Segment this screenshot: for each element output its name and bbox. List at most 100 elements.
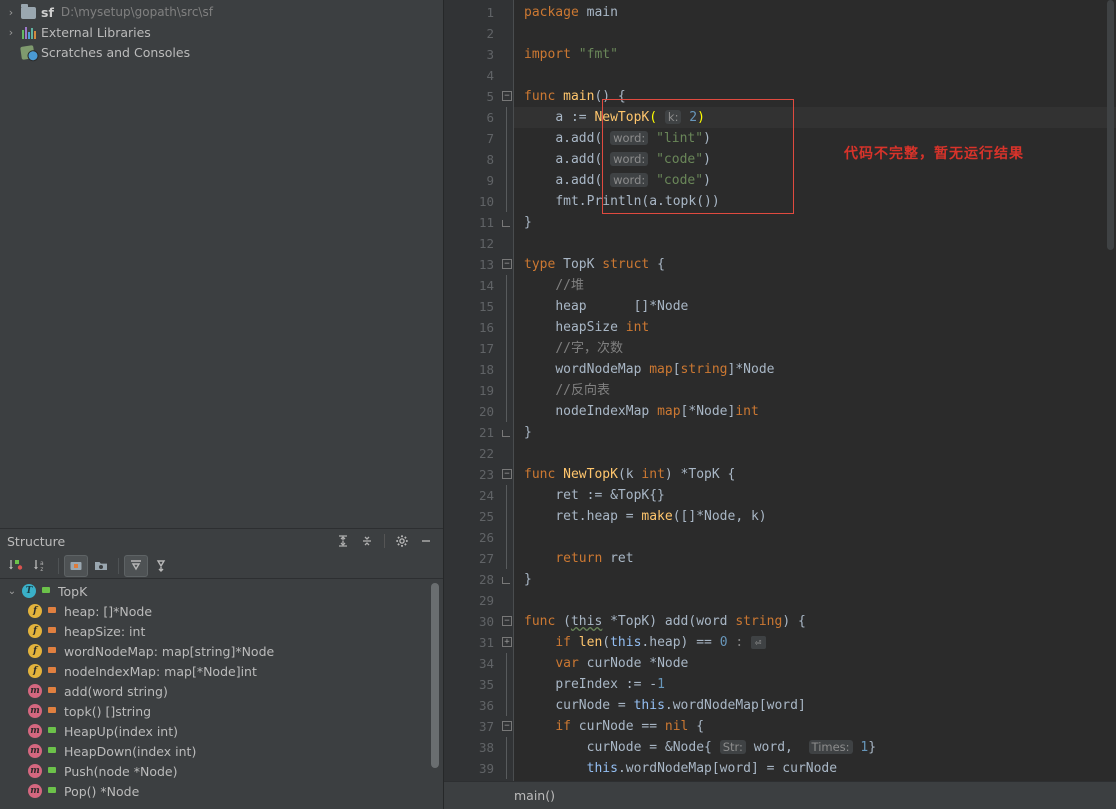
fold-collapse-icon[interactable]: − (502, 616, 512, 626)
fold-marker-row[interactable] (500, 380, 513, 401)
fold-marker-row[interactable] (500, 422, 513, 443)
structure-item-5[interactable]: m add(word string) (0, 681, 443, 701)
code-line-18[interactable]: wordNodeMap map[string]*Node (514, 359, 1116, 380)
fold-marker-row[interactable]: − (500, 464, 513, 485)
gutter-line-number[interactable]: 1 (444, 2, 500, 23)
gutter-line-number[interactable]: 15 (444, 296, 500, 317)
fold-marker-row[interactable] (500, 527, 513, 548)
code-line-37[interactable]: if curNode == nil { (514, 716, 1116, 737)
sort-alphabetically-icon[interactable]: a z (29, 555, 53, 577)
code-line-23[interactable]: func NewTopK(k int) *TopK { (514, 464, 1116, 485)
gear-icon[interactable] (391, 531, 413, 551)
gutter-line-number[interactable]: 24 (444, 485, 500, 506)
gutter-line-number[interactable]: 35 (444, 674, 500, 695)
gutter-line-number[interactable]: 12 (444, 233, 500, 254)
fold-marker-row[interactable] (500, 758, 513, 779)
code-line-25[interactable]: ret.heap = make([]*Node, k) (514, 506, 1116, 527)
code-line-10[interactable]: fmt.Println(a.topk()) (514, 191, 1116, 212)
code-line-2[interactable] (514, 23, 1116, 44)
gutter-line-number[interactable]: 22 (444, 443, 500, 464)
gutter-line-number[interactable]: 21 (444, 422, 500, 443)
hide-icon[interactable] (415, 531, 437, 551)
gutter-line-number[interactable]: 2 (444, 23, 500, 44)
gutter-line-number[interactable]: 28 (444, 569, 500, 590)
fold-marker-row[interactable] (500, 233, 513, 254)
structure-scrollbar-thumb[interactable] (431, 583, 439, 768)
code-line-17[interactable]: //字，次数 (514, 338, 1116, 359)
structure-item-2[interactable]: f heapSize: int (0, 621, 443, 641)
fold-marker-row[interactable]: − (500, 611, 513, 632)
code-line-3[interactable]: import "fmt" (514, 44, 1116, 65)
gutter-line-number[interactable]: 19 (444, 380, 500, 401)
fold-marker-row[interactable]: − (500, 254, 513, 275)
fold-marker-row[interactable]: − (500, 716, 513, 737)
sort-by-visibility-icon[interactable] (4, 555, 28, 577)
editor-gutter[interactable]: 1 2 3 4 5 6 7 8 9 10 11 12 13 14 15 16 17 18 19 20 21 22 23 24 2… (444, 0, 534, 781)
gutter-line-number[interactable]: 29 (444, 590, 500, 611)
code-line-28[interactable]: } (514, 569, 1116, 590)
project-tree-panel[interactable]: › sf D:\mysetup\gopath\src\sf › External… (0, 0, 443, 528)
gutter-line-number[interactable]: 38 (444, 737, 500, 758)
code-line-31[interactable]: if len(this.heap) == 0 : ⏎ (514, 632, 1116, 653)
gutter-line-number[interactable]: 30 (444, 611, 500, 632)
chevron-right-icon[interactable]: › (2, 6, 20, 19)
code-line-19[interactable]: //反向表 (514, 380, 1116, 401)
code-line-34[interactable]: var curNode *Node (514, 653, 1116, 674)
code-line-26[interactable] (514, 527, 1116, 548)
fold-marker-row[interactable] (500, 275, 513, 296)
expand-all-icon[interactable] (332, 531, 354, 551)
code-line-8[interactable]: a.add( word: "code") (514, 149, 1116, 170)
fold-marker-row[interactable] (500, 695, 513, 716)
editor-scrollbar-thumb[interactable] (1107, 0, 1114, 250)
fold-marker-row[interactable] (500, 191, 513, 212)
code-line-14[interactable]: //堆 (514, 275, 1116, 296)
fold-marker-row[interactable] (500, 443, 513, 464)
structure-tree[interactable]: ⌄ T TopK f heap: []*Node f heapSize: int f wordN… (0, 579, 443, 809)
code-line-22[interactable] (514, 443, 1116, 464)
structure-item-7[interactable]: m HeapUp(index int) (0, 721, 443, 741)
code-editor-area[interactable]: package main import "fmt" func main() { … (514, 0, 1116, 781)
fold-collapse-icon[interactable]: − (502, 721, 512, 731)
fold-collapse-icon[interactable]: − (502, 91, 512, 101)
fold-marker-row[interactable] (500, 737, 513, 758)
code-line-1[interactable]: package main (514, 2, 1116, 23)
code-line-9[interactable]: a.add( word: "code") (514, 170, 1116, 191)
breadcrumb[interactable]: main() (444, 781, 1116, 809)
structure-item-0[interactable]: ⌄ T TopK (0, 581, 443, 601)
structure-item-3[interactable]: f wordNodeMap: map[string]*Node (0, 641, 443, 661)
code-line-27[interactable]: return ret (514, 548, 1116, 569)
gutter-line-number[interactable]: 11 (444, 212, 500, 233)
fold-marker-row[interactable] (500, 506, 513, 527)
fold-marker-row[interactable] (500, 359, 513, 380)
code-line-12[interactable] (514, 233, 1116, 254)
fold-marker-row[interactable] (500, 317, 513, 338)
fold-marker-row[interactable]: + (500, 632, 513, 653)
gutter-line-number[interactable]: 31 (444, 632, 500, 653)
fold-marker-row[interactable] (500, 170, 513, 191)
fold-marker-row[interactable] (500, 569, 513, 590)
structure-item-9[interactable]: m Push(node *Node) (0, 761, 443, 781)
gutter-line-number[interactable]: 9 (444, 170, 500, 191)
fold-marker-row[interactable] (500, 674, 513, 695)
fold-marker-row[interactable] (500, 338, 513, 359)
code-line-29[interactable] (514, 590, 1116, 611)
structure-item-8[interactable]: m HeapDown(index int) (0, 741, 443, 761)
gutter-line-number[interactable]: 6 (444, 107, 534, 128)
structure-item-4[interactable]: f nodeIndexMap: map[*Node]int (0, 661, 443, 681)
collapse-all-icon[interactable] (356, 531, 378, 551)
code-line-21[interactable]: } (514, 422, 1116, 443)
fold-collapse-icon[interactable]: − (502, 259, 512, 269)
collapse-icon[interactable] (149, 555, 173, 577)
fold-marker-row[interactable] (500, 2, 513, 23)
expand-icon[interactable] (124, 554, 148, 577)
fold-marker-row[interactable] (500, 107, 513, 128)
fold-marker-row[interactable] (500, 23, 513, 44)
gutter-line-number[interactable]: 37 (444, 716, 500, 737)
editor-body[interactable]: 1 2 3 4 5 6 7 8 9 10 11 12 13 14 15 16 17 18 19 20 21 22 23 24 2… (444, 0, 1116, 781)
gutter-line-number[interactable]: 13 (444, 254, 500, 275)
gutter-line-number[interactable]: 17 (444, 338, 500, 359)
gutter-line-number[interactable]: 5 (444, 86, 518, 107)
gutter-line-number[interactable]: 27 (444, 548, 500, 569)
gutter-line-number[interactable]: 4 (444, 65, 500, 86)
code-line-13[interactable]: type TopK struct { (514, 254, 1116, 275)
